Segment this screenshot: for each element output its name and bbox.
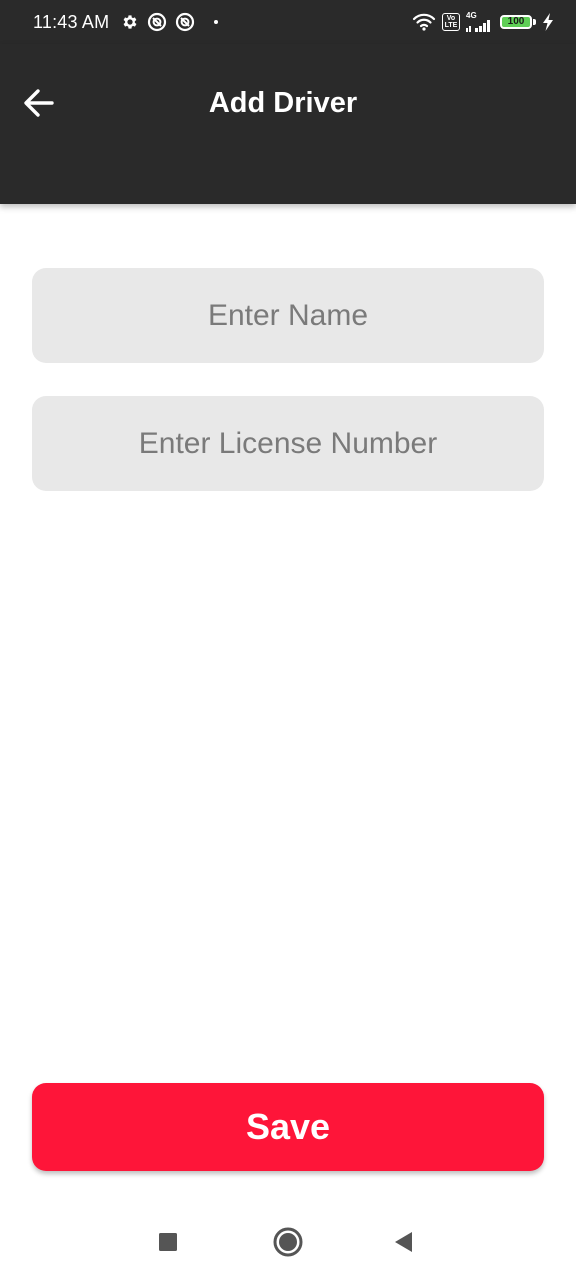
name-input[interactable]: [32, 268, 544, 363]
add-driver-screen: 11:43 AM Vo LTE 4G 100 Add Driver Enter …: [0, 0, 576, 1280]
volte-bottom-label: LTE: [444, 22, 458, 29]
volte-icon: Vo LTE: [442, 13, 460, 31]
notification-app-icon: [147, 12, 167, 32]
back-triangle-icon: [395, 1232, 412, 1252]
status-bar-right: Vo LTE 4G 100: [412, 12, 554, 32]
network-type: 4G: [466, 12, 490, 32]
battery-level: 100: [507, 16, 525, 27]
dot-icon: [213, 19, 219, 25]
home-circle-icon: [273, 1227, 303, 1257]
signal-icon: [466, 20, 490, 32]
recents-square-icon: [159, 1233, 177, 1251]
wifi-icon: [412, 13, 436, 31]
recents-button[interactable]: [148, 1222, 188, 1262]
battery-tip: [533, 19, 536, 25]
page-title: Add Driver: [208, 87, 358, 119]
app-bar: [0, 44, 576, 204]
home-button[interactable]: [268, 1222, 308, 1262]
license-number-input[interactable]: [32, 396, 544, 491]
status-bar: 11:43 AM Vo LTE 4G 100: [0, 0, 576, 44]
system-nav-bar: [0, 1200, 576, 1280]
status-bar-left: 11:43 AM: [33, 12, 412, 33]
volte-top-label: Vo: [446, 15, 456, 22]
battery-icon: 100: [500, 15, 536, 29]
save-button[interactable]: Save: [32, 1083, 544, 1171]
system-back-button[interactable]: [384, 1222, 424, 1262]
network-type-label: 4G: [466, 11, 477, 20]
settings-gear-icon: [121, 13, 139, 31]
status-time: 11:43 AM: [33, 11, 110, 32]
battery-body: 100: [500, 15, 532, 29]
notification-app-icon: [175, 12, 195, 32]
charging-bolt-icon: [542, 13, 554, 31]
